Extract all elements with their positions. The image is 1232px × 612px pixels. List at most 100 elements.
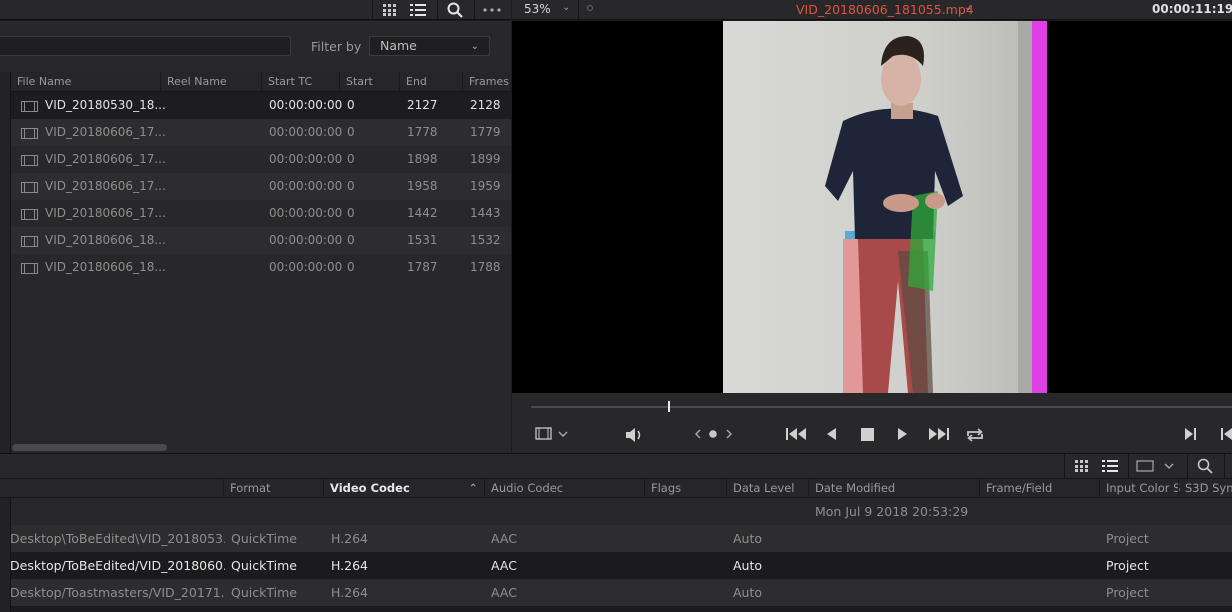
format xyxy=(231,498,323,525)
chevron-down-icon[interactable]: ⌄ xyxy=(964,2,972,13)
clip-view-options-icon[interactable] xyxy=(1130,454,1186,478)
date-modified: Mon Jul 9 2018 20:53:29 xyxy=(815,504,969,519)
column-header-video-codec[interactable]: Video Codec ⌃ xyxy=(323,479,484,498)
metadata-row[interactable]: Desktop\ToBeEdited\VID_2018053... QuickTi… xyxy=(0,525,1232,552)
clip-row[interactable]: VID_20180530_18... 00:00:00:00 0 2127 2128 xyxy=(11,92,511,119)
video-codec: H.264 xyxy=(331,558,369,573)
clip-title[interactable]: VID_20180606_181055.mp4 xyxy=(796,2,974,17)
column-header-audio-codec[interactable]: Audio Codec xyxy=(484,479,644,498)
metadata-row[interactable]: Desktop/ToBeEdited/VID_2018060... QuickTi… xyxy=(0,552,1232,579)
data-level xyxy=(733,498,808,525)
list-view-icon[interactable] xyxy=(1092,454,1128,478)
clip-start: 0 xyxy=(347,125,355,139)
column-header-s3d-sync[interactable]: S3D Sync xyxy=(1178,479,1232,498)
column-header-start-tc[interactable]: Start TC xyxy=(262,72,340,92)
speaker-icon[interactable] xyxy=(624,427,644,448)
play-reverse-icon[interactable] xyxy=(825,427,837,446)
clip-file-name: VID_20180606_17... xyxy=(45,206,166,220)
filter-by-label: Filter by xyxy=(311,39,362,54)
date-modified xyxy=(815,552,979,579)
video-codec: H.264 xyxy=(331,531,369,546)
zoom-level[interactable]: 53% xyxy=(524,2,551,16)
filter-by-select[interactable]: Name ⌄ xyxy=(369,36,490,56)
video-clip-icon xyxy=(21,236,38,247)
scrub-bar-area xyxy=(512,393,1232,417)
clip-row[interactable]: VID_20180606_17... 00:00:00:00 0 1958 1959 xyxy=(11,173,511,200)
clip-list-header: File Name Reel Name Start TC Start End F… xyxy=(11,72,511,92)
clip-start-tc: 00:00:00:00 xyxy=(269,152,343,166)
jog-wheel-icon[interactable] xyxy=(694,427,734,446)
playhead[interactable] xyxy=(668,401,670,412)
clip-row[interactable]: VID_20180606_17... 00:00:00:00 0 1442 1443 xyxy=(11,200,511,227)
media-pool-toolbar xyxy=(0,0,511,20)
input-color-space xyxy=(1106,498,1178,525)
column-header-end[interactable]: End xyxy=(400,72,463,92)
skip-to-end-icon[interactable] xyxy=(928,427,950,446)
toolbar-divider xyxy=(1224,454,1225,478)
clip-start-tc: 00:00:00:00 xyxy=(269,206,343,220)
loop-icon[interactable] xyxy=(965,427,985,448)
list-view-icon[interactable] xyxy=(400,0,436,20)
video-clip-icon xyxy=(21,101,38,112)
stop-icon[interactable] xyxy=(861,428,874,446)
clip-row[interactable]: VID_20180606_18... 00:00:00:00 0 1787 1788 xyxy=(11,254,511,281)
video-clip-icon xyxy=(21,128,38,139)
metadata-row[interactable]: Mon Jul 9 2018 20:53:29 xyxy=(0,498,1232,525)
clip-end: 2127 xyxy=(407,98,438,112)
column-header-start[interactable]: Start xyxy=(340,72,400,92)
bin-list-strip[interactable] xyxy=(0,72,11,453)
clip-file-name: VID_20180606_17... xyxy=(45,125,166,139)
audio-codec: AAC xyxy=(491,585,517,600)
bin-list-strip[interactable] xyxy=(0,498,11,612)
column-header-data-level[interactable]: Data Level xyxy=(726,479,808,498)
clip-row[interactable]: VID_20180606_17... 00:00:00:00 0 1898 1899 xyxy=(11,146,511,173)
sort-ascending-icon: ⌃ xyxy=(468,481,478,495)
clip-end: 1442 xyxy=(407,206,438,220)
column-header-flags[interactable]: Flags xyxy=(644,479,726,498)
column-header-format[interactable]: Format xyxy=(223,479,323,498)
video-codec xyxy=(331,498,481,525)
clip-end: 1787 xyxy=(407,260,438,274)
clip-row[interactable]: VID_20180606_17... 00:00:00:00 0 1778 1779 xyxy=(11,119,511,146)
column-header-reel-name[interactable]: Reel Name xyxy=(161,72,262,92)
clip-start-tc: 00:00:00:00 xyxy=(269,260,343,274)
clip-file-name: VID_20180606_18... xyxy=(45,233,166,247)
status-dot-icon xyxy=(587,5,593,11)
format: QuickTime xyxy=(231,585,297,600)
clip-frames: 1899 xyxy=(470,152,501,166)
clip-start: 0 xyxy=(347,206,355,220)
skip-to-start-icon[interactable] xyxy=(785,427,807,446)
filter-value: Name xyxy=(380,38,417,53)
column-header-file-name[interactable]: File Name xyxy=(11,72,161,92)
mark-in-icon[interactable] xyxy=(1183,427,1197,446)
scrub-bar[interactable] xyxy=(531,406,1232,408)
search-icon[interactable] xyxy=(437,0,473,20)
search-icon[interactable] xyxy=(1187,454,1223,478)
mark-out-icon[interactable] xyxy=(1218,427,1232,446)
file-path: Desktop/ToBeEdited/VID_2018060... xyxy=(10,558,225,573)
column-header-frame-field[interactable]: Frame/Field xyxy=(979,479,1099,498)
metadata-row[interactable]: Desktop/Toastmasters/VID_20171... QuickTi… xyxy=(0,579,1232,606)
column-header-frames[interactable]: Frames xyxy=(463,72,511,92)
clip-start: 0 xyxy=(347,179,355,193)
clip-row[interactable]: VID_20180606_18... 00:00:00:00 0 1531 1532 xyxy=(11,227,511,254)
file-path xyxy=(10,498,225,525)
metadata-toolbar xyxy=(0,453,1232,478)
input-color-space: Project xyxy=(1106,585,1149,600)
toolbar-divider xyxy=(1128,454,1129,478)
clip-frames: 1779 xyxy=(470,125,501,139)
audio-codec: AAC xyxy=(491,558,517,573)
clip-start-tc: 00:00:00:00 xyxy=(269,125,343,139)
file-path: Desktop/Toastmasters/VID_20171... xyxy=(10,585,225,600)
play-icon[interactable] xyxy=(897,427,909,446)
column-header-date-modified[interactable]: Date Modified xyxy=(808,479,979,498)
chevron-down-icon[interactable]: ⌄ xyxy=(562,2,570,13)
more-options-icon[interactable] xyxy=(474,0,510,20)
clip-start: 0 xyxy=(347,98,355,112)
timecode-display: 00:00:11:19 xyxy=(1152,2,1232,16)
data-level: Auto xyxy=(733,585,763,600)
column-header-input-color-space[interactable]: Input Color S xyxy=(1099,479,1180,498)
horizontal-scrollbar[interactable] xyxy=(12,444,167,451)
viewer-options-icon[interactable] xyxy=(535,427,571,446)
search-input[interactable] xyxy=(0,36,291,56)
